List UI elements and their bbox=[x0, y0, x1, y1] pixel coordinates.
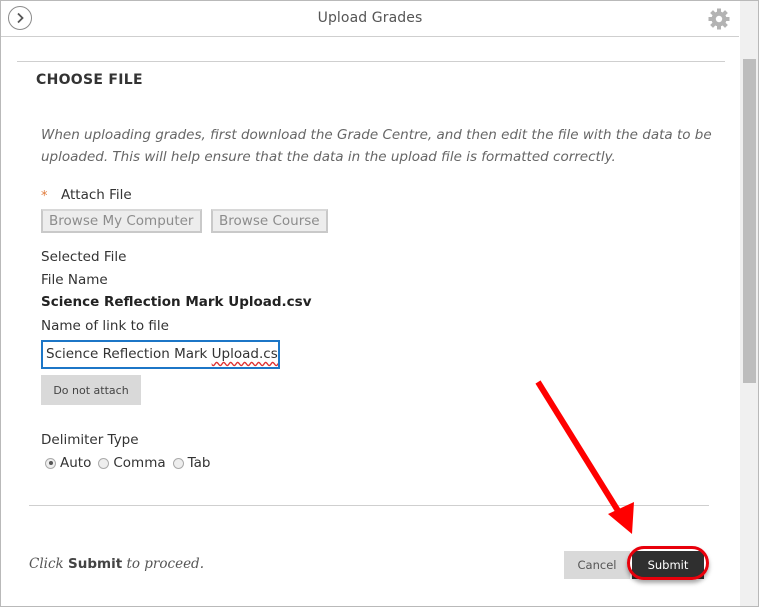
link-name-input[interactable]: Science Reflection Mark Upload.csv bbox=[41, 340, 280, 369]
radio-label: Auto bbox=[60, 455, 92, 471]
delimiter-radio-group: Auto Comma Tab bbox=[45, 455, 217, 471]
browse-course-button[interactable]: Browse Course bbox=[211, 209, 328, 233]
file-name-label: File Name bbox=[41, 272, 108, 288]
panel-header: Upload Grades bbox=[1, 1, 739, 37]
proceed-prefix: Click bbox=[29, 556, 68, 572]
section-title: CHOOSE FILE bbox=[36, 72, 143, 88]
required-marker: * bbox=[41, 189, 48, 204]
upload-grades-panel: Upload Grades CHOOSE FILE When uploading… bbox=[0, 0, 759, 607]
selected-file-heading: Selected File bbox=[41, 249, 127, 265]
file-name-value: Science Reflection Mark Upload.csv bbox=[41, 294, 312, 310]
proceed-suffix: to proceed. bbox=[122, 556, 204, 572]
delimiter-type-label: Delimiter Type bbox=[41, 432, 139, 448]
divider bbox=[17, 61, 725, 62]
link-name-misspelled: Upload.csv bbox=[211, 346, 280, 362]
radio-label: Tab bbox=[187, 455, 211, 471]
link-name-text: Science Reflection Mark bbox=[46, 346, 212, 362]
proceed-hint: Click Submit to proceed. bbox=[29, 556, 204, 572]
instructions-text: When uploading grades, first download th… bbox=[41, 127, 712, 165]
delimiter-option-comma[interactable]: Comma bbox=[98, 455, 166, 471]
attach-file-label: Attach File bbox=[61, 187, 132, 203]
radio-tab[interactable] bbox=[172, 457, 184, 469]
divider bbox=[29, 505, 709, 506]
cancel-button[interactable]: Cancel bbox=[564, 551, 630, 579]
gear-icon bbox=[708, 8, 730, 30]
radio-auto[interactable] bbox=[45, 457, 56, 469]
settings-button[interactable] bbox=[707, 7, 731, 31]
radio-comma[interactable] bbox=[98, 457, 110, 469]
delimiter-option-tab[interactable]: Tab bbox=[172, 455, 211, 471]
delimiter-option-auto[interactable]: Auto bbox=[45, 455, 91, 471]
scrollbar-thumb[interactable] bbox=[743, 59, 756, 383]
do-not-attach-button[interactable]: Do not attach bbox=[41, 375, 141, 405]
page-title: Upload Grades bbox=[317, 10, 423, 26]
proceed-bold: Submit bbox=[68, 556, 123, 572]
browse-my-computer-button[interactable]: Browse My Computer bbox=[41, 209, 202, 233]
link-name-label: Name of link to file bbox=[41, 318, 169, 334]
submit-button[interactable]: Submit bbox=[632, 551, 704, 579]
radio-label: Comma bbox=[113, 455, 166, 471]
